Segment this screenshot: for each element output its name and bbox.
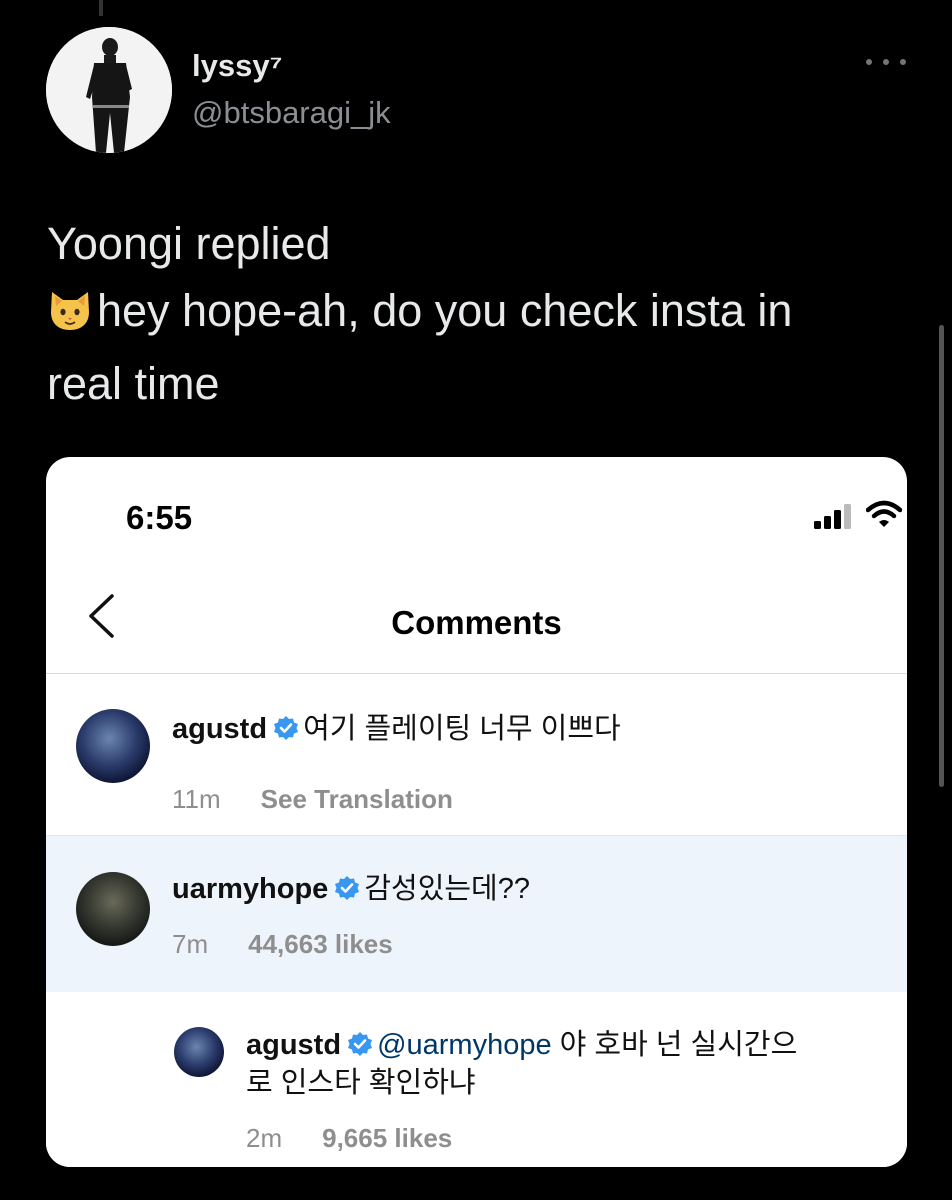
tweet-line-2-text: hey hope-ah, do you check insta in [97, 285, 793, 336]
comment-meta: 2m 9,665 likes [246, 1123, 452, 1154]
cat-face-icon [47, 283, 93, 350]
comment-text: 여기 플레이팅 너무 이쁘다 [303, 713, 621, 745]
tweet-text: Yoongi replied hey hope-ah, do you check… [47, 210, 917, 417]
see-translation-button[interactable]: See Translation [261, 784, 453, 814]
verified-badge-icon [335, 876, 360, 900]
mention-link[interactable]: @uarmyhope [377, 1029, 552, 1061]
comment-text: 야 호바 넌 실시간으 [559, 1029, 798, 1061]
commenter-avatar[interactable] [76, 872, 150, 946]
comment-line-2: 로 인스타 확인하냐 [246, 1064, 476, 1102]
comment-username[interactable]: uarmyhope [172, 873, 328, 905]
comment-time: 11m [172, 784, 221, 814]
attached-image[interactable]: 6:55 Comments agustd 여기 플레이팅 너무 이쁘다 11m S… [46, 457, 907, 1167]
tweet-line-2: hey hope-ah, do you check insta in [47, 277, 917, 350]
thread-connector-line [99, 0, 103, 16]
author-avatar[interactable] [46, 27, 172, 153]
commenter-avatar[interactable] [76, 709, 150, 783]
comment-meta: 7m 44,663 likes [172, 929, 393, 960]
wifi-icon [866, 500, 902, 527]
scrollbar[interactable] [939, 325, 944, 787]
comment-username[interactable]: agustd [172, 713, 267, 745]
author-display-name[interactable]: lyssy⁷ [192, 49, 282, 83]
verified-badge-icon [274, 716, 299, 740]
comment-text: 감성있는데?? [364, 873, 530, 905]
comments-title: Comments [391, 604, 562, 641]
comment-time: 2m [246, 1123, 283, 1153]
comment-time: 7m [172, 929, 209, 959]
comment-text-continued: 로 인스타 확인하냐 [246, 1067, 476, 1099]
reply-row[interactable]: agustd @uarmyhope 야 호바 넌 실시간으 로 인스타 확인하냐… [46, 992, 907, 1167]
tweet-line-3: real time [47, 358, 220, 409]
comment-line: uarmyhope 감성있는데?? [172, 870, 530, 908]
status-time: 6:55 [126, 499, 193, 536]
comment-row[interactable]: agustd 여기 플레이팅 너무 이쁘다 11m See Translation [46, 674, 907, 834]
author-handle[interactable]: @btsbaragi_jk [192, 96, 391, 130]
commenter-avatar[interactable] [174, 1027, 224, 1077]
likes-count[interactable]: 9,665 likes [322, 1123, 452, 1153]
comment-meta: 11m See Translation [172, 784, 453, 815]
tweet-line-1: Yoongi replied [47, 218, 331, 269]
likes-count[interactable]: 44,663 likes [248, 929, 393, 959]
cellular-signal-icon [814, 504, 851, 529]
comment-row[interactable]: uarmyhope 감성있는데?? 7m 44,663 likes [46, 835, 907, 993]
comment-line: agustd @uarmyhope 야 호바 넌 실시간으 [246, 1026, 797, 1064]
verified-badge-icon [348, 1032, 373, 1056]
comment-line: agustd 여기 플레이팅 너무 이쁘다 [172, 710, 621, 748]
comment-username[interactable]: agustd [246, 1029, 341, 1061]
more-options-icon[interactable] [866, 52, 906, 72]
